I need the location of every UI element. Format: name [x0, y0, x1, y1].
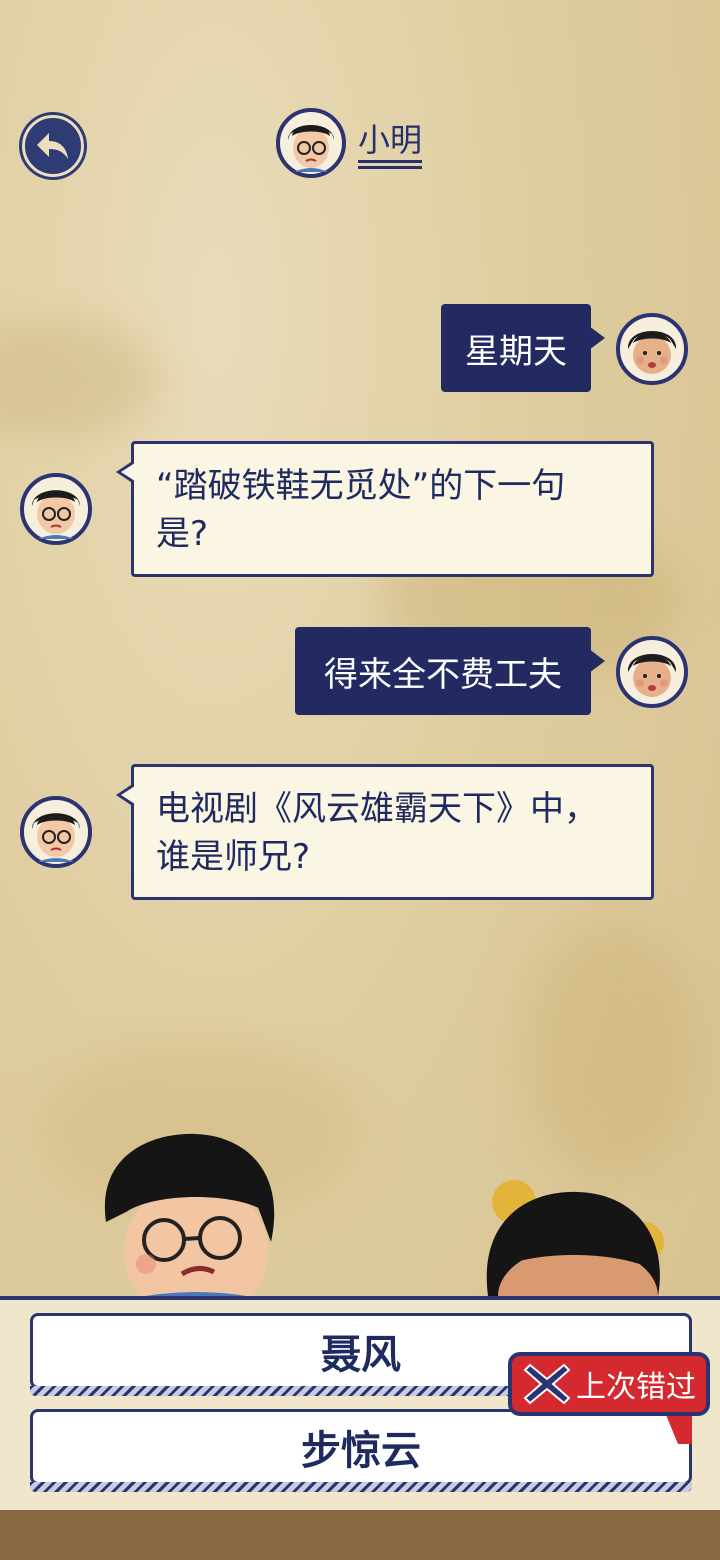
paper-stain	[0, 320, 160, 440]
message-line: 是?	[156, 514, 209, 554]
npc-question-bubble: 电视剧《风云雄霸天下》中， 谁是师兄?	[116, 764, 654, 900]
xiaoming-avatar	[20, 796, 92, 868]
message-line: “踏破铁鞋无觅处”的下一句	[156, 466, 566, 506]
cross-icon	[523, 1363, 571, 1405]
wrong-tag-label: 上次错过	[576, 1370, 696, 1405]
xiaoming-character-illustration	[104, 1133, 276, 1302]
back-arrow-icon	[37, 133, 68, 159]
answer-option-button[interactable]: 步惊云	[30, 1409, 692, 1485]
paper-stain	[520, 920, 700, 1180]
xiaoming-avatar[interactable]	[276, 108, 346, 178]
back-button[interactable]	[22, 115, 84, 177]
chat-partner-name[interactable]: 小明	[358, 122, 423, 169]
message-text: 得来全不费工夫	[324, 654, 562, 695]
message-text: 星期天	[465, 331, 567, 372]
floor-strip	[0, 1510, 720, 1560]
player-message-bubble: 星期天	[441, 304, 605, 392]
npc-question-bubble: “踏破铁鞋无觅处”的下一句 是?	[116, 441, 654, 577]
message-line: 电视剧《风云雄霸天下》中，	[156, 789, 598, 829]
message-line: 谁是师兄?	[156, 837, 311, 877]
option-stripe	[30, 1482, 692, 1492]
xiaoming-avatar	[20, 473, 92, 545]
girl-character-illustration	[486, 1180, 664, 1296]
girl-avatar	[616, 636, 688, 708]
option-label: 聂风	[321, 1332, 401, 1378]
option-label: 步惊云	[301, 1428, 421, 1474]
girl-avatar	[616, 313, 688, 385]
player-message-bubble: 得来全不费工夫	[295, 627, 605, 715]
wrong-before-tag: 上次错过	[508, 1352, 710, 1416]
